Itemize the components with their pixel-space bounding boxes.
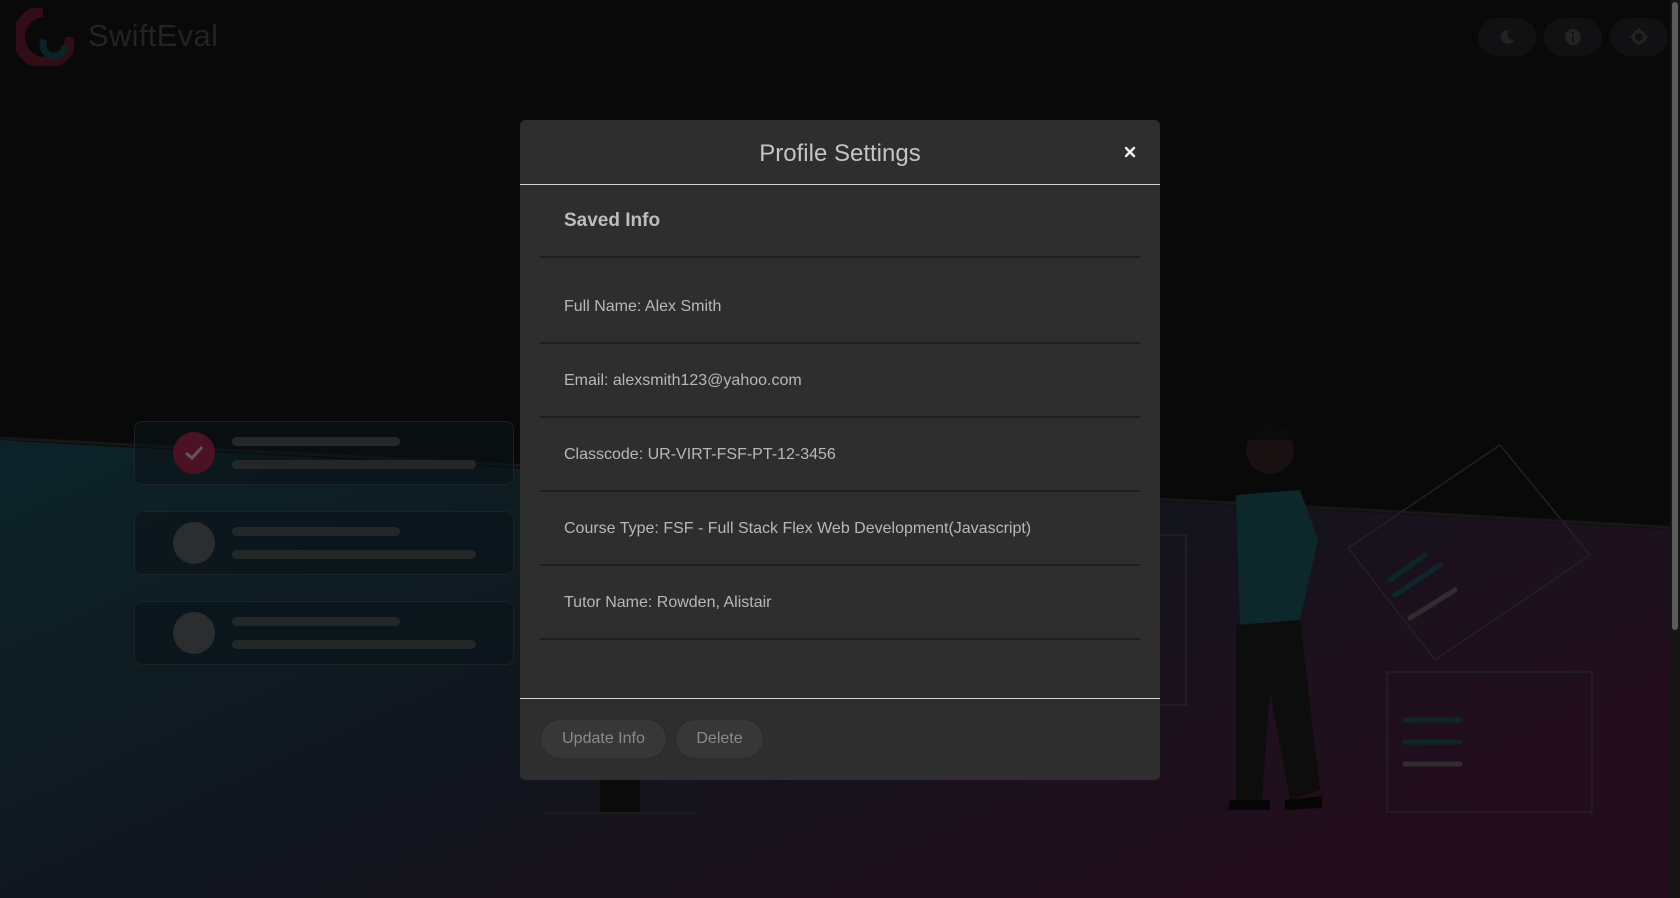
- section-heading: Saved Info: [564, 209, 661, 231]
- classcode-text: Classcode: UR-VIRT-FSF-PT-12-3456: [564, 445, 836, 463]
- list-item-tutor-name: Tutor Name: Rowden, Alistair: [540, 567, 1140, 640]
- list-item-email: Email: alexsmith123@yahoo.com: [540, 345, 1140, 418]
- email-text: Email: alexsmith123@yahoo.com: [564, 371, 802, 389]
- modal-footer: Update Info Delete: [520, 698, 1160, 780]
- scrollbar-thumb[interactable]: [1672, 2, 1678, 630]
- list-item-classcode: Classcode: UR-VIRT-FSF-PT-12-3456: [540, 419, 1140, 492]
- list-item-course-type: Course Type: FSF - Full Stack Flex Web D…: [540, 493, 1140, 566]
- modal-header: Profile Settings: [520, 120, 1160, 185]
- modal-title: Profile Settings: [759, 140, 921, 167]
- page-scrollbar[interactable]: [1670, 0, 1680, 898]
- close-button[interactable]: [1120, 142, 1140, 162]
- update-info-button[interactable]: Update Info: [540, 719, 667, 759]
- tutor-name-text: Tutor Name: Rowden, Alistair: [564, 593, 772, 611]
- list-item-full-name: Full Name: Alex Smith: [540, 271, 1140, 344]
- close-icon: [1124, 146, 1136, 158]
- profile-settings-modal: Profile Settings Saved Info Full Name: A…: [520, 120, 1160, 780]
- saved-info-heading-row: Saved Info: [540, 185, 1140, 258]
- course-type-text: Course Type: FSF - Full Stack Flex Web D…: [564, 519, 1032, 537]
- delete-button[interactable]: Delete: [675, 719, 764, 759]
- modal-body: Saved Info Full Name: Alex Smith Email: …: [540, 185, 1140, 707]
- full-name-text: Full Name: Alex Smith: [564, 297, 722, 315]
